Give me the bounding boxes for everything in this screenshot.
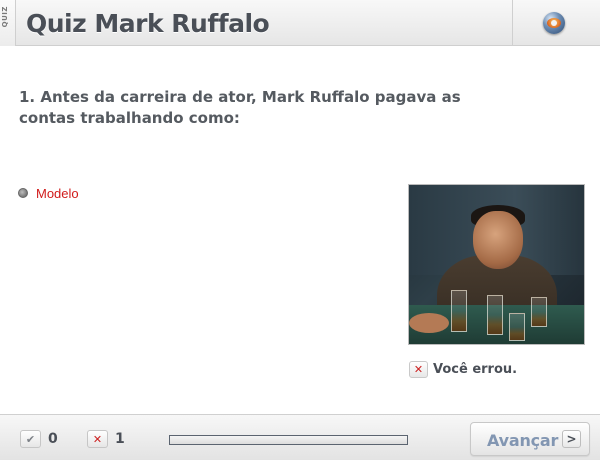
photo-glass [451, 290, 467, 332]
answer-option-label[interactable]: Modelo [36, 186, 79, 201]
photo-person-face [473, 211, 523, 269]
answer-feedback: ✕ Você errou. [409, 361, 517, 378]
question-photo [408, 184, 585, 345]
wrong-x-icon: ✕ [409, 361, 428, 378]
wrong-score: ✕ 1 [87, 430, 125, 448]
check-icon: ✔ [20, 430, 41, 448]
answer-option[interactable]: Modelo [18, 185, 79, 201]
question-text: 1. Antes da carreira de ator, Mark Ruffa… [19, 88, 461, 127]
next-button-label[interactable]: Avançar [487, 431, 558, 450]
correct-count: 0 [48, 431, 58, 447]
photo-glass [531, 297, 547, 327]
photo-glass [509, 313, 525, 341]
logo-area [512, 0, 600, 46]
photo-glass [487, 295, 503, 335]
feedback-text: Você errou. [433, 362, 518, 377]
globo-logo-icon[interactable] [543, 12, 565, 34]
chevron-right-icon[interactable]: > [562, 430, 581, 448]
cross-icon: ✕ [87, 430, 108, 448]
photo-hand [409, 313, 449, 333]
quiz-side-tab: QUIZ [0, 0, 16, 46]
correct-score: ✔ 0 [20, 430, 58, 448]
page-title: Quiz Mark Ruffalo [26, 9, 270, 38]
next-button[interactable]: Avançar > [470, 422, 590, 456]
wrong-count: 1 [115, 431, 125, 447]
footer-bar: ✔ 0 ✕ 1 Avançar > [0, 414, 600, 460]
quiz-tab-label: QUIZ [1, 6, 9, 28]
radio-selected-icon[interactable] [18, 188, 28, 198]
quiz-progress-bar [169, 435, 408, 445]
header-bar: QUIZ Quiz Mark Ruffalo [0, 0, 600, 46]
